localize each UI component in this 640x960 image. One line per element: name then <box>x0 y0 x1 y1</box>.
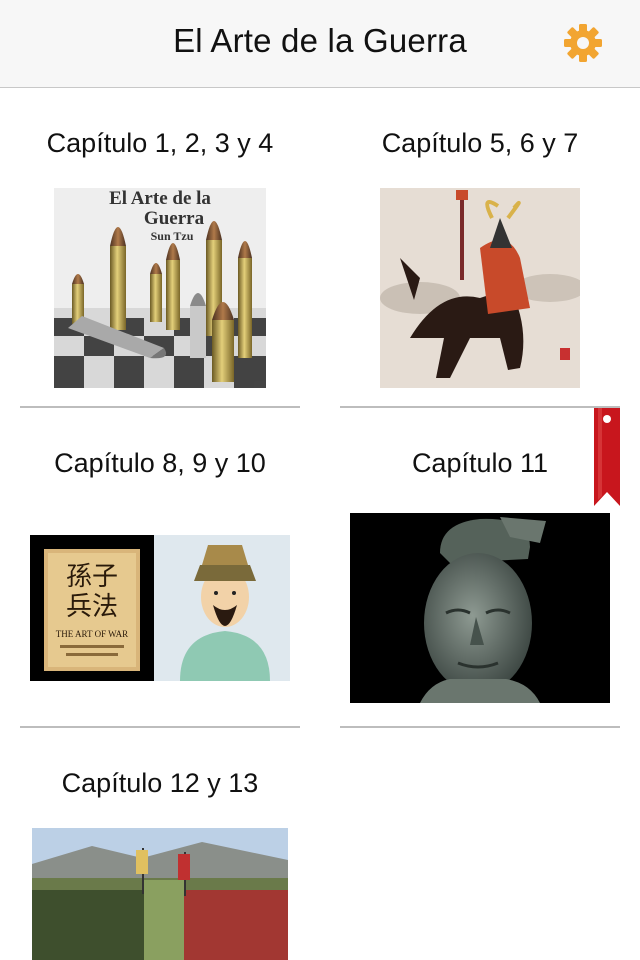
chinese-title-top: 孫子 <box>66 562 118 592</box>
chapter-3-image: 孫子 兵法 THE ART OF WAR <box>30 535 290 681</box>
cover-author: Sun Tzu <box>151 229 194 243</box>
chapter-cell-4[interactable]: Capítulo 11 <box>340 408 620 728</box>
chapter-2-image <box>380 188 580 388</box>
cover-title-line1: El Arte de la <box>109 188 211 209</box>
bookmark-ribbon-icon[interactable] <box>594 408 620 508</box>
chapter-cell-5[interactable]: Capítulo 12 y 13 <box>20 728 300 960</box>
page-title: El Arte de la Guerra <box>173 22 467 59</box>
chapter-cell-3[interactable]: Capítulo 8, 9 y 10 孫子 兵法 THE ART OF WAR <box>20 408 300 728</box>
chinese-title-bottom: 兵法 <box>66 592 118 622</box>
english-title: THE ART OF WAR <box>56 629 128 639</box>
chapter-title: Capítulo 11 <box>411 448 549 478</box>
chapter-title: Capítulo 1, 2, 3 y 4 <box>46 128 274 158</box>
chapter-cell-1[interactable]: Capítulo 1, 2, 3 y 4 El Arte de la Guerr… <box>20 88 300 408</box>
chapter-5-image <box>32 828 288 960</box>
navigation-bar: El Arte de la Guerra <box>0 0 640 88</box>
cover-title-line2: Guerra <box>144 208 205 229</box>
chapter-4-image <box>350 513 610 703</box>
chapter-title: Capítulo 12 y 13 <box>61 768 259 798</box>
separator <box>340 726 620 728</box>
chapter-cell-2[interactable]: Capítulo 5, 6 y 7 <box>340 88 620 408</box>
chapter-1-image: El Arte de la Guerra Sun Tzu <box>54 188 266 388</box>
chapter-title: Capítulo 5, 6 y 7 <box>381 128 579 158</box>
settings-gear-icon[interactable] <box>562 22 604 64</box>
chapter-title: Capítulo 8, 9 y 10 <box>54 448 266 478</box>
